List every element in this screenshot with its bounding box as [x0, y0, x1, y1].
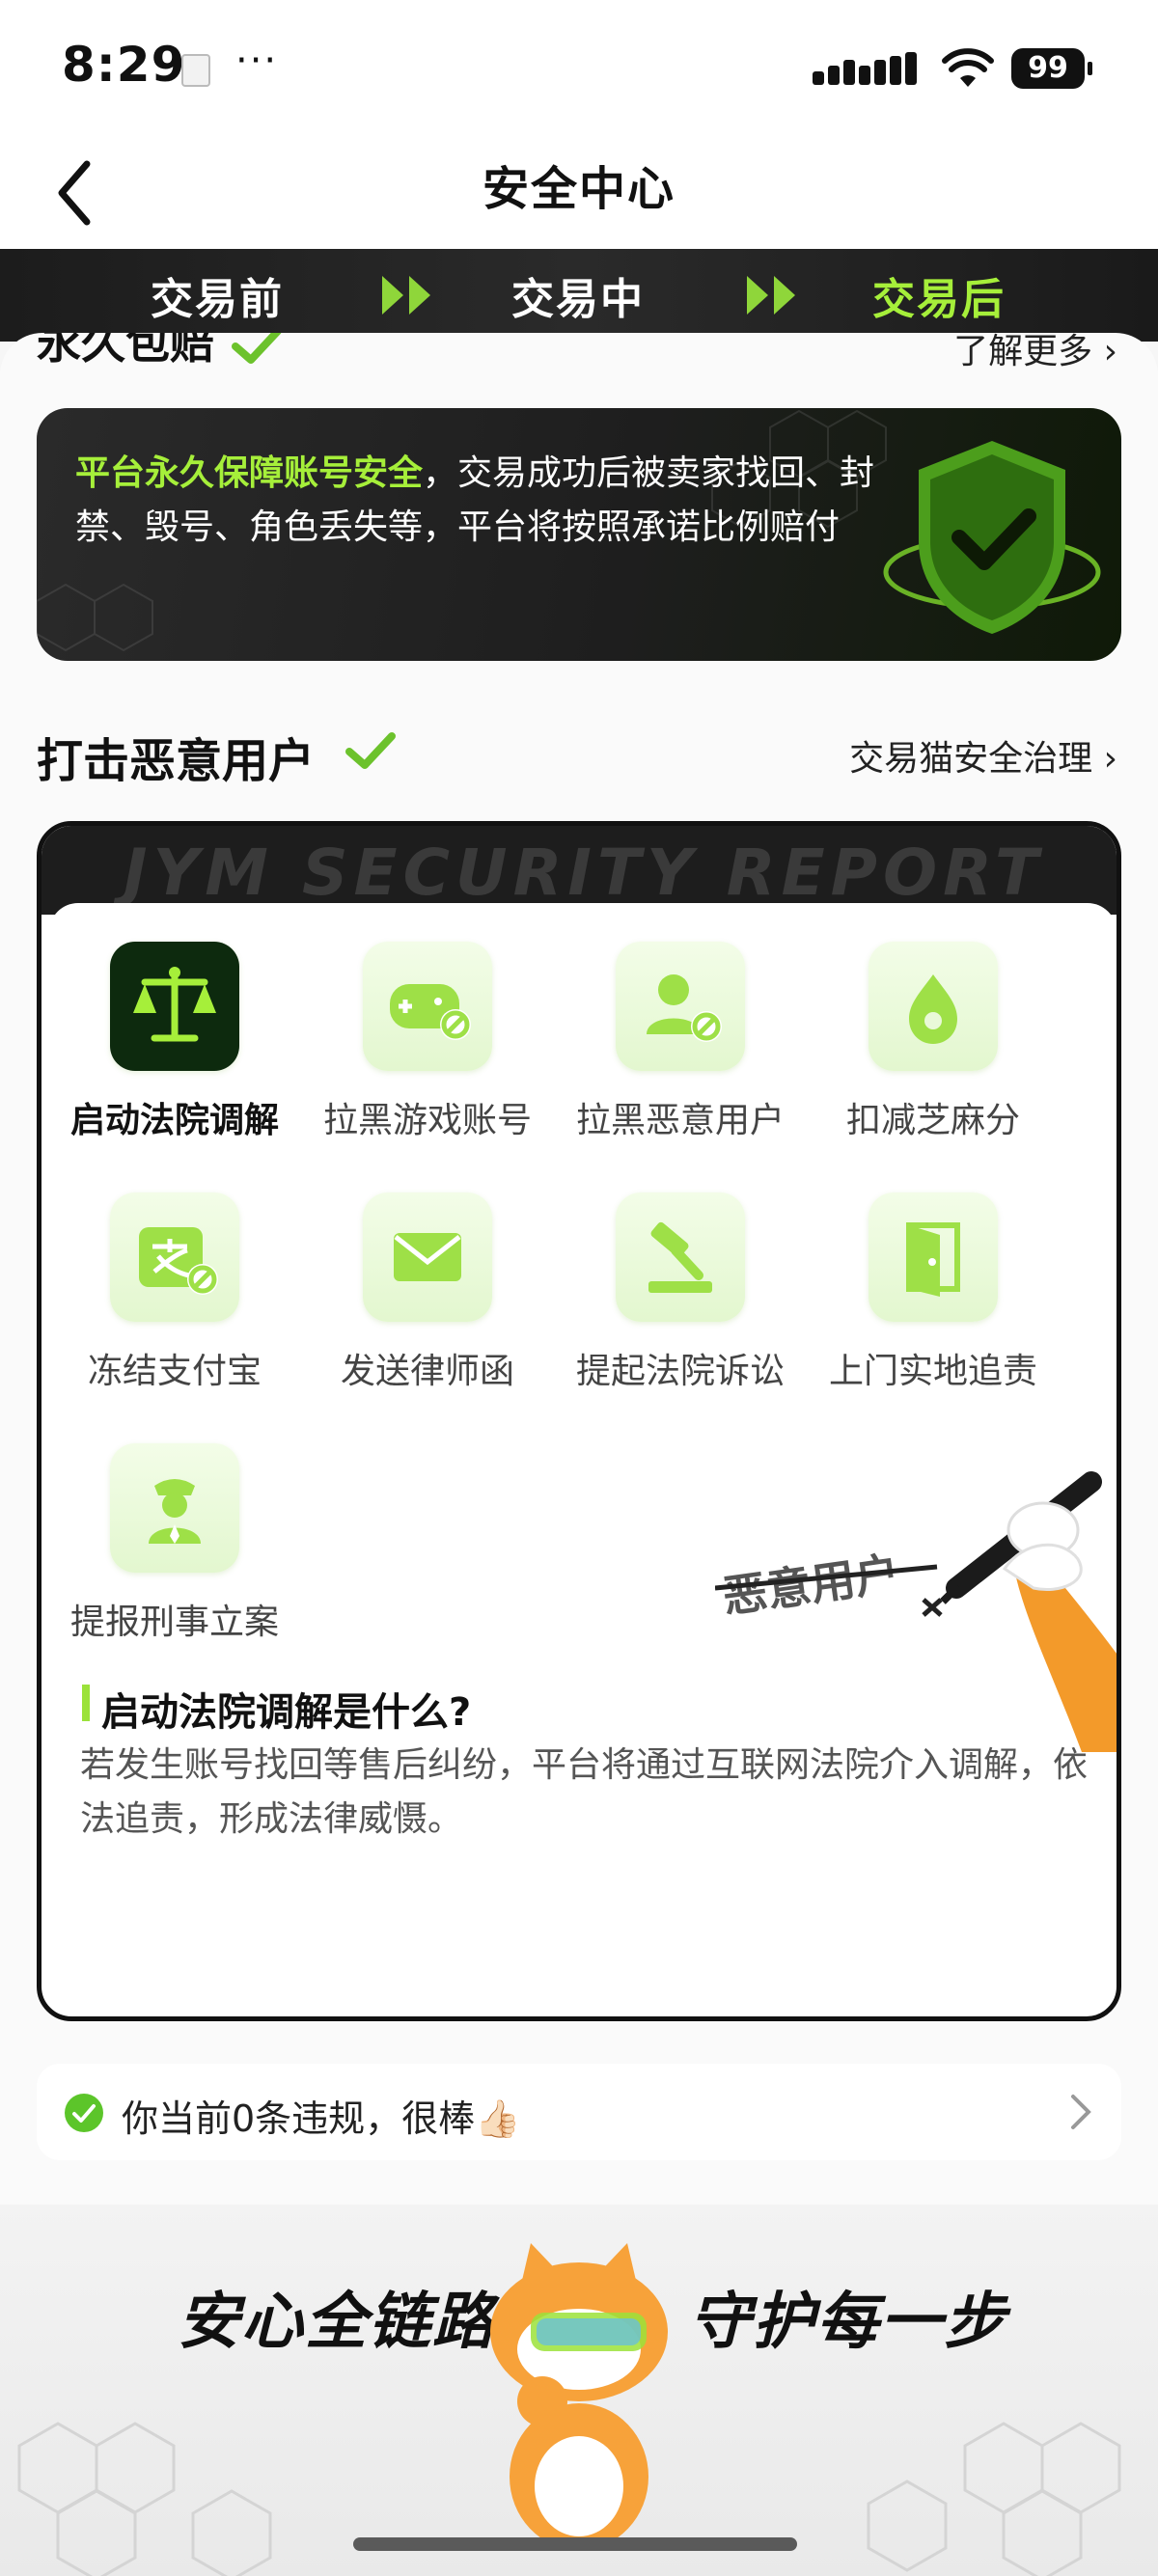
status-bar: 8:29 ··· 99: [0, 0, 1158, 135]
gamepad-block-icon: [363, 942, 492, 1071]
measure-file-lawsuit[interactable]: 提起法院诉讼: [555, 1192, 806, 1393]
guarantee-title: 永久包赔: [37, 333, 284, 371]
pen-crossout-illustration: 恶意用户: [715, 1471, 1117, 1752]
punish-title: 打击恶意用户: [37, 734, 316, 788]
measure-label: 上门实地追责: [828, 1352, 1037, 1391]
double-chevron-icon: [747, 276, 795, 315]
shield-check-icon: [883, 441, 1101, 634]
report-header: JYM SECURITY REPORT: [41, 826, 1117, 915]
measure-freeze-alipay[interactable]: 冻结支付宝: [49, 1192, 300, 1393]
measure-label: 拉黑恶意用户: [575, 1101, 785, 1140]
battery-indicator: 99: [1011, 48, 1092, 89]
app-root: { "status": {"time": "8:29", "more": "··…: [0, 0, 1158, 2576]
measure-block-user[interactable]: 拉黑恶意用户: [555, 942, 806, 1142]
security-report-card: JYM SECURITY REPORT 启动法院调解 拉黑游戏账号 拉黑恶意用户…: [37, 821, 1121, 2021]
punish-measures-grid: 启动法院调解 拉黑游戏账号 拉黑恶意用户 扣减芝麻分 冻结支付宝 发送律师函 提…: [49, 903, 1117, 1752]
faq-question: 启动法院调解是什么?: [101, 1690, 472, 1735]
faq-answer: 若发生账号找回等售后纠纷，平台将通过互联网法院介入调解，依法追责，形成法律威慑。: [80, 1745, 1089, 1839]
status-more-dots: ···: [235, 39, 279, 83]
mascot-cat-illustration: [490, 2243, 668, 2550]
footer-banner: 安心全链路 守护每一步: [0, 2205, 1158, 2576]
user-block-icon: [616, 942, 745, 1071]
chevron-right-icon: [1071, 2095, 1091, 2129]
measure-label: 扣减芝麻分: [845, 1101, 1020, 1140]
status-time: 8:29: [62, 37, 186, 93]
slogan-right: 守护每一步: [689, 2287, 1007, 2358]
measure-label: 拉黑游戏账号: [322, 1101, 532, 1140]
news-app-icon: [181, 54, 210, 87]
measure-label: 冻结支付宝: [87, 1352, 262, 1391]
page-title: 安全中心: [482, 162, 676, 216]
nav-bar: 安全中心: [0, 135, 1158, 251]
scale-icon: [110, 942, 239, 1071]
measure-deduct-sesame[interactable]: 扣减芝麻分: [808, 942, 1059, 1142]
learn-more-link[interactable]: 了解更多 ›: [953, 333, 1117, 373]
stage-tab-before[interactable]: 交易前: [151, 264, 284, 326]
measure-label: 发送律师函: [340, 1352, 514, 1391]
door-icon: [868, 1192, 998, 1322]
stage-tab-after[interactable]: 交易后: [872, 264, 1006, 326]
check-icon: [345, 732, 396, 769]
violation-text: 你当前0条违规，很棒👍🏻: [122, 2097, 521, 2140]
guarantee-title-text: 永久包赔: [37, 333, 214, 369]
measure-label: 提起法院诉讼: [575, 1352, 785, 1391]
gavel-icon: [616, 1192, 745, 1322]
content-scroll[interactable]: 永久包赔 了解更多 › 平台永久保障账号安全，交易成功后被卖家找回、封禁、毁号、…: [0, 333, 1158, 2576]
trade-stage-bar: 交易前 交易中 交易后: [0, 249, 1158, 342]
police-icon: [110, 1443, 239, 1573]
cellular-signal-icon: [813, 52, 924, 85]
guarantee-text: 平台永久保障账号安全，交易成功后被卖家找回、封禁、毁号、角色丢失等，平台将按照承…: [75, 447, 876, 555]
violation-notice[interactable]: 你当前0条违规，很棒👍🏻: [37, 2064, 1121, 2160]
measure-court-mediation[interactable]: 启动法院调解: [49, 942, 300, 1142]
measure-criminal-case[interactable]: 提报刑事立案: [49, 1443, 300, 1644]
report-watermark: JYM SECURITY REPORT: [123, 836, 1045, 910]
envelope-icon: [363, 1192, 492, 1322]
wifi-icon: [942, 48, 994, 87]
measure-label: 启动法院调解: [69, 1101, 279, 1140]
guarantee-banner: 平台永久保障账号安全，交易成功后被卖家找回、封禁、毁号、角色丢失等，平台将按照承…: [37, 408, 1121, 661]
check-circle-icon: [65, 2094, 103, 2132]
alipay-freeze-icon: [110, 1192, 239, 1322]
sesame-drop-icon: [868, 942, 998, 1071]
measure-onsite-accountability[interactable]: 上门实地追责: [808, 1192, 1059, 1393]
question-accent-bar: [82, 1685, 90, 1721]
check-icon: [232, 333, 282, 364]
double-chevron-icon: [382, 276, 430, 315]
stage-tab-during[interactable]: 交易中: [511, 264, 645, 326]
security-governance-link[interactable]: 交易猫安全治理 ›: [849, 730, 1117, 781]
measure-lawyer-letter[interactable]: 发送律师函: [302, 1192, 553, 1393]
guarantee-highlight: 平台永久保障账号安全: [75, 453, 424, 493]
home-indicator[interactable]: [353, 2537, 797, 2551]
measure-block-game-account[interactable]: 拉黑游戏账号: [302, 942, 553, 1142]
measure-label: 提报刑事立案: [69, 1603, 279, 1642]
